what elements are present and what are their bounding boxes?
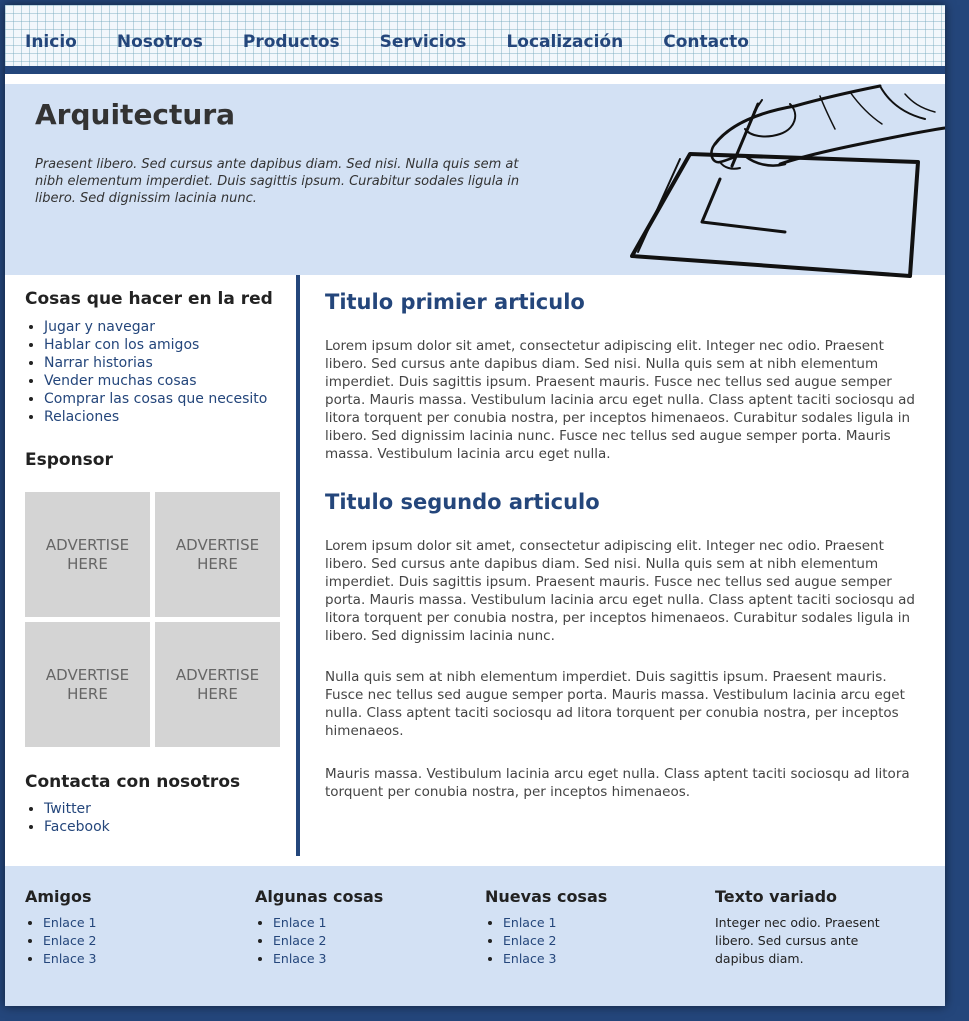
contact-title: Contacta con nosotros [25, 772, 241, 792]
footer-link[interactable]: Enlace 3 [273, 951, 326, 966]
sidebar: Cosas que hacer en la red Jugar y navega… [5, 275, 300, 856]
nav-link-localizacion[interactable]: Localización [506, 32, 623, 52]
nav-link-inicio[interactable]: Inicio [25, 32, 77, 52]
nav-link-productos[interactable]: Productos [243, 32, 340, 52]
list-item: Enlace 2 [43, 932, 225, 950]
footer-column-algunas-cosas: Algunas cosas Enlace 1 Enlace 2 Enlace 3 [255, 887, 455, 968]
footer-column-title: Amigos [25, 887, 92, 906]
list-item: Hablar con los amigos [44, 336, 267, 354]
article2-paragraph: Nulla quis sem at nibh elementum imperdi… [325, 669, 905, 739]
footer-column-title: Texto variado [715, 887, 838, 906]
article2-title: Titulo segundo articulo [325, 490, 600, 514]
footer-link[interactable]: Enlace 2 [273, 933, 326, 948]
footer-link[interactable]: Enlace 3 [503, 951, 556, 966]
nav-item-contacto: Contacto [663, 32, 749, 52]
footer-column-title: Algunas cosas [255, 887, 384, 906]
list-item: Enlace 1 [43, 914, 225, 932]
footer-link[interactable]: Enlace 1 [503, 915, 556, 930]
footer-column-nuevas-cosas: Nuevas cosas Enlace 1 Enlace 2 Enlace 3 [485, 887, 685, 968]
things-link[interactable]: Relaciones [44, 409, 119, 425]
list-item: Narrar historias [44, 354, 267, 372]
advertise-box[interactable]: ADVERTISE HERE [155, 492, 280, 617]
site-description: Praesent libero. Sed cursus ante dapibus… [35, 157, 520, 206]
footer-link[interactable]: Enlace 1 [43, 915, 96, 930]
footer-link-list: Enlace 1 Enlace 2 Enlace 3 [255, 914, 455, 968]
page: Inicio Nosotros Productos Servicios Loca… [5, 5, 945, 1006]
twitter-link[interactable]: Twitter [44, 801, 91, 817]
list-item: Enlace 3 [273, 950, 455, 968]
things-title: Cosas que hacer en la red [25, 289, 273, 309]
site-footer: Amigos Enlace 1 Enlace 2 Enlace 3 Alguna… [5, 866, 945, 1006]
advertise-box[interactable]: ADVERTISE HERE [25, 492, 150, 617]
list-item: Enlace 1 [273, 914, 455, 932]
things-link[interactable]: Hablar con los amigos [44, 337, 199, 353]
list-item: Comprar las cosas que necesito [44, 390, 267, 408]
footer-text: Integer nec odio. Praesent libero. Sed c… [715, 915, 880, 966]
list-item: Jugar y navegar [44, 318, 267, 336]
sponsor-title: Esponsor [25, 450, 113, 470]
list-item: Twitter [44, 800, 110, 818]
hand-drawing-icon [630, 84, 945, 278]
article2-paragraph: Mauris massa. Vestibulum lacinia arcu eg… [325, 766, 910, 800]
list-item: Enlace 2 [503, 932, 685, 950]
things-list: Jugar y navegar Hablar con los amigos Na… [25, 318, 267, 426]
nav-item-nosotros: Nosotros [117, 32, 203, 52]
nav-link-contacto[interactable]: Contacto [663, 32, 749, 52]
site-header: Arquitectura Praesent libero. Sed cursus… [5, 84, 945, 278]
facebook-link[interactable]: Facebook [44, 819, 110, 835]
footer-link[interactable]: Enlace 3 [43, 951, 96, 966]
footer-link-list: Enlace 1 Enlace 2 Enlace 3 [485, 914, 685, 968]
advertise-box[interactable]: ADVERTISE HERE [155, 622, 280, 747]
list-item: Relaciones [44, 408, 267, 426]
nav-item-inicio: Inicio [25, 32, 77, 52]
article1-paragraph: Lorem ipsum dolor sit amet, consectetur … [325, 338, 915, 462]
footer-link[interactable]: Enlace 2 [503, 933, 556, 948]
things-link[interactable]: Vender muchas cosas [44, 373, 197, 389]
article1-title: Titulo primier articulo [325, 290, 585, 314]
top-navigation: Inicio Nosotros Productos Servicios Loca… [5, 5, 945, 74]
site-title: Arquitectura [35, 98, 236, 131]
article2-paragraph: Lorem ipsum dolor sit amet, consectetur … [325, 538, 915, 644]
footer-link[interactable]: Enlace 1 [273, 915, 326, 930]
nav-item-localizacion: Localización [506, 32, 623, 52]
footer-column-title: Nuevas cosas [485, 887, 608, 906]
nav-item-productos: Productos [243, 32, 340, 52]
things-link[interactable]: Jugar y navegar [44, 319, 155, 335]
footer-column-amigos: Amigos Enlace 1 Enlace 2 Enlace 3 [25, 887, 225, 968]
things-link[interactable]: Narrar historias [44, 355, 153, 371]
list-item: Enlace 3 [43, 950, 225, 968]
list-item: Enlace 2 [273, 932, 455, 950]
list-item: Enlace 1 [503, 914, 685, 932]
advertise-box[interactable]: ADVERTISE HERE [25, 622, 150, 747]
list-item: Facebook [44, 818, 110, 836]
list-item: Enlace 3 [503, 950, 685, 968]
contact-list: Twitter Facebook [25, 800, 110, 836]
footer-link-list: Enlace 1 Enlace 2 Enlace 3 [25, 914, 225, 968]
nav-link-nosotros[interactable]: Nosotros [117, 32, 203, 52]
things-link[interactable]: Comprar las cosas que necesito [44, 391, 267, 407]
list-item: Vender muchas cosas [44, 372, 267, 390]
nav-list: Inicio Nosotros Productos Servicios Loca… [25, 32, 789, 52]
footer-column-texto-variado: Texto variado Integer nec odio. Praesent… [715, 887, 915, 968]
nav-link-servicios[interactable]: Servicios [380, 32, 467, 52]
ad-grid: ADVERTISE HERE ADVERTISE HERE ADVERTISE … [25, 492, 283, 748]
footer-link[interactable]: Enlace 2 [43, 933, 96, 948]
nav-item-servicios: Servicios [380, 32, 467, 52]
